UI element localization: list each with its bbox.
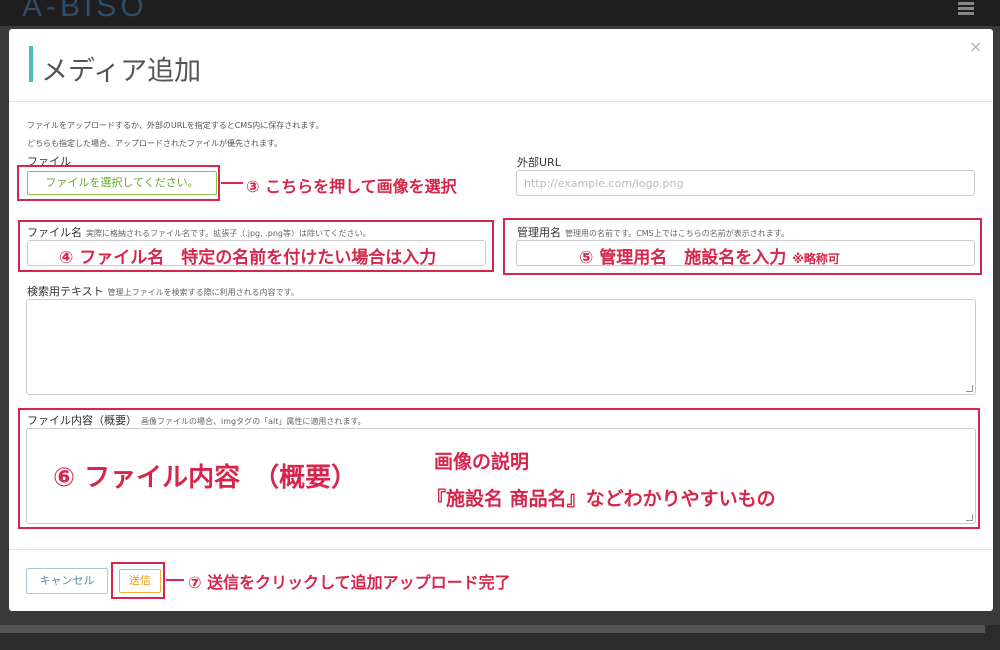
app-logo: A-BISO (22, 0, 148, 23)
annotation-line-3 (221, 182, 243, 184)
annotation-box-submit (111, 562, 165, 599)
annotation-step6: ⑥ ファイル内容 （概要） (53, 463, 358, 493)
annotation-step6-line2: 『施設名 商品名』などわかりやすいもの (427, 488, 776, 510)
app-topbar: A-BISO (0, 0, 1000, 26)
annotation-line-7 (166, 579, 184, 581)
annotation-step5: ⑤ 管理用名 施設名を入力 ※略称可 (579, 248, 840, 268)
modal-header: メディア追加 × (9, 29, 993, 102)
help-text-2: どちらも指定した場合、アップロードされたファイルが優先されます。 (27, 139, 283, 148)
annotation-step6-line1: 画像の説明 (434, 451, 530, 473)
annotation-step3: ③ こちらを押して画像を選択 (246, 177, 457, 196)
hamburger-icon[interactable] (958, 2, 974, 16)
annotation-step7: ⑦ 送信をクリックして追加アップロード完了 (188, 573, 511, 592)
search-text-textarea[interactable] (26, 299, 976, 395)
modal-title: メディア追加 (41, 56, 202, 87)
title-accent-bar (29, 46, 33, 82)
cancel-button[interactable]: キャンセル (26, 568, 108, 594)
annotation-step4: ④ ファイル名 特定の名前を付けたい場合は入力 (59, 248, 437, 268)
media-add-modal: メディア追加 × ファイルをアップロードするか、外部のURLを指定するとCMS内… (9, 29, 993, 611)
help-text-1: ファイルをアップロードするか、外部のURLを指定するとCMS内に保存されます。 (27, 121, 324, 130)
external-url-input[interactable]: http://example.com/logo.png (516, 170, 975, 196)
app-bottom-area (0, 625, 1000, 650)
resize-grip-icon[interactable] (966, 385, 973, 392)
close-icon[interactable]: × (969, 37, 982, 56)
annotation-box-file (17, 165, 220, 201)
external-url-label: 外部URL (517, 156, 561, 169)
search-text-label: 検索用テキスト 管理上ファイルを検索する際に利用される内容です。 (27, 285, 299, 298)
